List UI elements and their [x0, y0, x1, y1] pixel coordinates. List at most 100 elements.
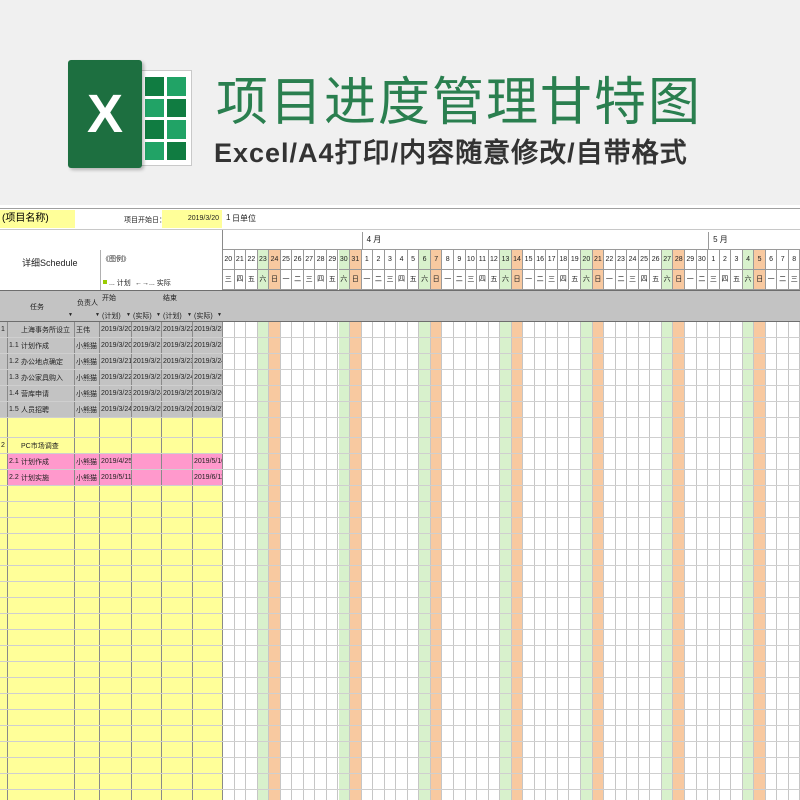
task-plan-start-cell[interactable]: 2019/3/24 — [100, 402, 132, 417]
empty-cell — [193, 550, 223, 565]
task-actual-end-cell[interactable]: 2019/6/11 — [193, 470, 223, 485]
task-plan-start-cell[interactable]: 2019/3/22 — [100, 370, 132, 385]
task-actual-start-cell[interactable]: 2019/3/23 — [132, 370, 162, 385]
empty-cell — [75, 710, 100, 725]
task-plan-end-cell[interactable]: 2019/3/22 — [162, 322, 193, 337]
task-owner-cell[interactable] — [75, 438, 100, 453]
task-plan-start-cell[interactable]: 2019/5/11 — [100, 470, 132, 485]
day-number: 8 — [788, 250, 800, 270]
excel-logo-letter: X — [86, 84, 124, 144]
task-filter-icon[interactable]: ▼ — [68, 312, 73, 318]
weekday-label: 四 — [557, 270, 570, 290]
task-number-cell[interactable] — [0, 470, 8, 485]
task-plan-start-cell[interactable]: 2019/4/25 — [100, 454, 132, 469]
task-name-cell[interactable]: PC市场调查 — [8, 438, 75, 453]
task-number-cell[interactable] — [0, 418, 8, 437]
day-number: 2 — [719, 250, 732, 270]
task-actual-end-cell[interactable]: 2019/3/25 — [193, 370, 223, 385]
task-owner: 小熊猫 — [76, 342, 97, 350]
task-actual-start-cell[interactable]: 2019/3/24 — [132, 386, 162, 401]
task-actual-start-cell[interactable]: 2019/3/21 — [132, 338, 162, 353]
task-number-cell[interactable] — [0, 454, 8, 469]
task-owner-cell[interactable]: 小熊猫 — [75, 354, 100, 369]
task-plan-end-cell[interactable] — [162, 470, 193, 485]
task-owner-cell[interactable]: 小熊猫 — [75, 338, 100, 353]
task-name-cell[interactable]: 1.1 计划作成 — [8, 338, 75, 353]
task-plan-end-cell[interactable]: 2019/3/23 — [162, 354, 193, 369]
task-number-cell[interactable] — [0, 338, 8, 353]
task-plan-start-cell[interactable]: 2019/3/20 — [100, 322, 132, 337]
task-owner-cell[interactable]: 小熊猫 — [75, 370, 100, 385]
task-owner-cell[interactable]: 王伟 — [75, 322, 100, 337]
weekday-label: 一 — [442, 270, 454, 290]
task-actual-end-cell[interactable]: 2019/3/23 — [193, 322, 223, 337]
task-actual-start-cell[interactable]: 2019/3/21 — [132, 322, 162, 337]
empty-cell — [100, 550, 132, 565]
task-number-cell[interactable] — [0, 386, 8, 401]
task-plan-start-cell[interactable]: 2019/3/21 — [100, 354, 132, 369]
task-owner-cell[interactable] — [75, 418, 100, 437]
end-actual-filter-icon[interactable]: ▼ — [217, 312, 222, 318]
task-actual-end-cell[interactable]: 2019/3/24 — [193, 354, 223, 369]
task-plan-start-cell[interactable] — [100, 418, 132, 437]
task-plan-end-cell[interactable]: 2019/3/22 — [162, 338, 193, 353]
task-plan-end-cell[interactable] — [162, 454, 193, 469]
task-actual-start-cell[interactable] — [132, 438, 162, 453]
task-actual-end-cell[interactable]: 2019/5/10 — [193, 454, 223, 469]
empty-row — [0, 790, 800, 800]
task-number-cell[interactable]: 2 — [0, 438, 8, 453]
owner-filter-icon[interactable]: ▼ — [95, 312, 100, 318]
task-owner-cell[interactable]: 小熊猫 — [75, 470, 100, 485]
empty-cell — [132, 582, 162, 597]
end-plan-filter-icon[interactable]: ▼ — [187, 312, 192, 318]
task-actual-end-cell[interactable] — [193, 418, 223, 437]
task-actual-start-cell[interactable] — [132, 418, 162, 437]
task-plan-end-cell[interactable] — [162, 418, 193, 437]
empty-row — [0, 630, 800, 646]
task-number-cell[interactable] — [0, 370, 8, 385]
task-actual-start-cell[interactable]: 2019/3/25 — [132, 402, 162, 417]
task-plan-end-cell[interactable]: 2019/3/24 — [162, 370, 193, 385]
task-actual-end-cell[interactable]: 2019/3/27 — [193, 402, 223, 417]
empty-cell — [8, 486, 75, 501]
task-actual-end-cell[interactable]: 2019/3/23 — [193, 338, 223, 353]
project-start-value[interactable]: 2019/3/20 — [162, 210, 222, 228]
task-actual-start-cell[interactable] — [132, 470, 162, 485]
task-name-cell[interactable]: 1.4 营库申请 — [8, 386, 75, 401]
empty-cell — [0, 694, 8, 709]
task-plan-start-cell[interactable] — [100, 438, 132, 453]
task-number-cell[interactable] — [0, 402, 8, 417]
task-name-cell[interactable]: 1.5 人员招聘 — [8, 402, 75, 417]
task-plan-end-cell[interactable]: 2019/3/25 — [162, 386, 193, 401]
task-name-cell[interactable] — [8, 418, 75, 437]
task-actual-start: 2019/3/22 — [133, 358, 162, 365]
task-actual-start-cell[interactable]: 2019/3/22 — [132, 354, 162, 369]
task-name-cell[interactable]: 2.2 计划实施 — [8, 470, 75, 485]
day-number: 4 — [396, 250, 408, 270]
task-owner-cell[interactable]: 小熊猫 — [75, 386, 100, 401]
task-name-cell[interactable]: 上海事务所设立 — [8, 322, 75, 337]
task-name-cell[interactable]: 2.1 计划作成 — [8, 454, 75, 469]
task-name-cell[interactable]: 1.2 办公地点确定 — [8, 354, 75, 369]
project-name-cell[interactable]: (项目名称) — [0, 210, 75, 228]
task-owner-cell[interactable]: 小熊猫 — [75, 454, 100, 469]
start-actual-filter-icon[interactable]: ▼ — [156, 312, 161, 318]
task-number-cell[interactable]: 1 — [0, 322, 8, 337]
start-plan-filter-icon[interactable]: ▼ — [126, 312, 131, 318]
empty-cell — [132, 502, 162, 517]
task-actual-end-cell[interactable] — [193, 438, 223, 453]
task-plan-start-cell[interactable]: 2019/3/23 — [100, 386, 132, 401]
task-owner-cell[interactable]: 小熊猫 — [75, 402, 100, 417]
day-number: 30 — [696, 250, 709, 270]
task-plan-end-cell[interactable] — [162, 438, 193, 453]
unit-value[interactable]: 1 — [226, 213, 230, 222]
task-actual-end-cell[interactable]: 2019/3/26 — [193, 386, 223, 401]
unit-label: 日单位 — [232, 214, 256, 223]
empty-cell — [132, 694, 162, 709]
task-number-cell[interactable] — [0, 354, 8, 369]
task-plan-end-cell[interactable]: 2019/3/26 — [162, 402, 193, 417]
task-actual-start-cell[interactable] — [132, 454, 162, 469]
task-name-cell[interactable]: 1.3 办公家具购入 — [8, 370, 75, 385]
empty-cell — [0, 710, 8, 725]
task-plan-start-cell[interactable]: 2019/3/20 — [100, 338, 132, 353]
